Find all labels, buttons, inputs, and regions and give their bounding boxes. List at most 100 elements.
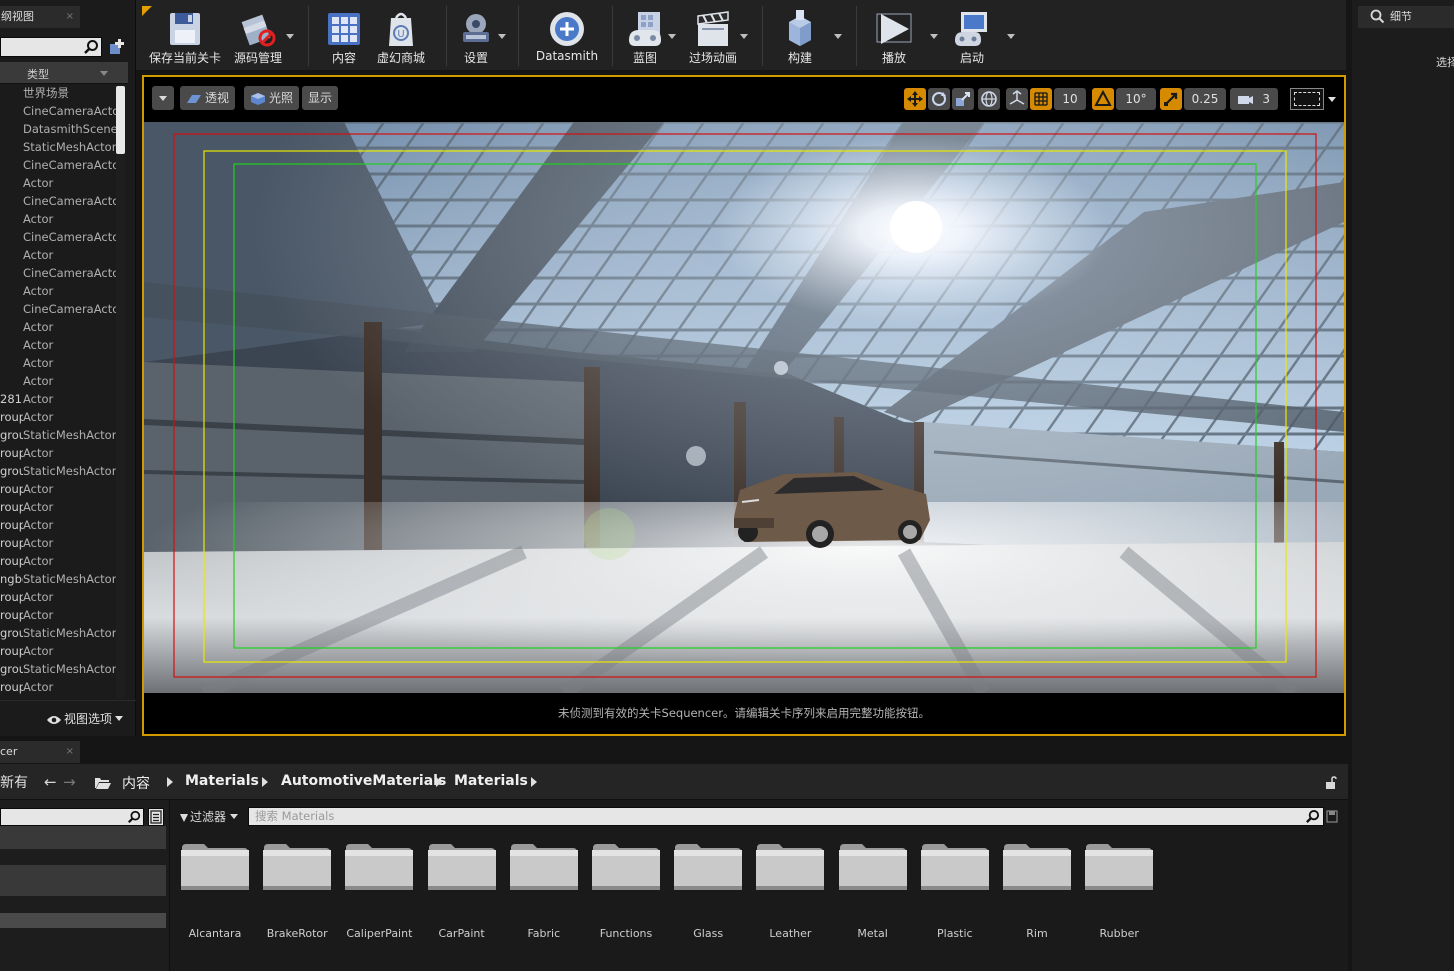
outliner-row[interactable]: grou StaticMeshActor [0, 660, 118, 678]
sort-arrow-icon[interactable] [100, 71, 108, 76]
outliner-row[interactable]: Actor [0, 372, 118, 390]
outliner-row[interactable]: Actor [0, 318, 118, 336]
sources-search-input[interactable] [0, 808, 144, 826]
folder-tile[interactable]: Glass [673, 842, 743, 942]
save-current-level-button[interactable]: 保存当前关卡 [144, 8, 226, 70]
breadcrumb-materials-current[interactable]: Materials [454, 773, 528, 789]
datasmith-button[interactable]: Datasmith [530, 8, 604, 70]
source-control-button[interactable]: 源码管理 [230, 8, 286, 70]
translate-mode-button[interactable] [904, 88, 926, 110]
outliner-row[interactable]: Actor [0, 210, 118, 228]
folder-tile[interactable]: Metal [838, 842, 908, 942]
outliner-row[interactable]: CineCameraActo [0, 156, 118, 174]
folder-tile[interactable]: Fabric [509, 842, 579, 942]
cinematics-dropdown-icon[interactable] [740, 34, 748, 39]
source-folder-row[interactable] [0, 913, 166, 928]
outliner-row[interactable]: grou StaticMeshActor [0, 624, 118, 642]
outliner-row[interactable]: roup Actor [0, 678, 118, 696]
breadcrumb-separator-icon[interactable] [262, 777, 268, 787]
world-local-toggle-button[interactable] [978, 88, 1000, 110]
type-column-header[interactable]: 类型 [27, 66, 49, 82]
forward-arrow-icon[interactable]: → [63, 774, 79, 790]
breadcrumb-separator-icon[interactable] [436, 777, 442, 787]
scale-snap-value[interactable]: 0.25 [1184, 88, 1226, 110]
outliner-tab-close-icon[interactable]: × [66, 6, 74, 28]
content-browser-tab[interactable]: cer × [0, 741, 80, 763]
breadcrumb-automotive-materials[interactable]: AutomotiveMaterials [281, 773, 446, 789]
outliner-tab[interactable]: 纲视图 × [0, 6, 80, 28]
perspective-button[interactable]: 透视 [180, 86, 236, 110]
outliner-row[interactable]: Actor [0, 336, 118, 354]
rotation-snap-toggle-button[interactable] [1092, 88, 1114, 110]
folder-tile[interactable]: Rim [1002, 842, 1072, 942]
outliner-row[interactable]: Actor [0, 174, 118, 192]
folder-tile[interactable]: Plastic [920, 842, 990, 942]
filters-button[interactable]: 过滤器 [180, 808, 239, 825]
outliner-row[interactable]: 世界场景 [0, 84, 118, 102]
outliner-row[interactable]: roup Actor [0, 480, 118, 498]
outliner-row[interactable]: 281 Actor [0, 390, 118, 408]
outliner-row[interactable]: roup Actor [0, 444, 118, 462]
outliner-row[interactable]: Actor [0, 354, 118, 372]
lit-mode-button[interactable]: 光照 [244, 86, 300, 110]
outliner-search-input[interactable] [0, 37, 102, 57]
viewport-options-button[interactable] [152, 86, 174, 110]
settings-button[interactable]: 设置 [454, 8, 498, 70]
build-dropdown-icon[interactable] [834, 34, 842, 39]
outliner-row[interactable]: roup Actor [0, 534, 118, 552]
lock-icon[interactable] [1324, 776, 1338, 790]
breadcrumb-separator-icon[interactable] [531, 777, 537, 787]
viewport-scene[interactable] [144, 122, 1344, 693]
outliner-row[interactable]: Actor [0, 282, 118, 300]
source-folder-row[interactable] [0, 826, 166, 849]
outliner-row[interactable]: DatasmithScene [0, 120, 118, 138]
settings-dropdown-icon[interactable] [498, 34, 506, 39]
outliner-row[interactable]: grou StaticMeshActor [0, 462, 118, 480]
outliner-row[interactable]: grou StaticMeshActor [0, 426, 118, 444]
launch-dropdown-icon[interactable] [1007, 34, 1015, 39]
folder-tile[interactable]: BrakeRotor [262, 842, 332, 942]
play-dropdown-icon[interactable] [930, 34, 938, 39]
outliner-row[interactable]: roup Actor [0, 588, 118, 606]
folder-tile[interactable]: CaliperPaint [344, 842, 414, 942]
source-folder-row[interactable] [0, 865, 166, 896]
rotate-mode-button[interactable] [928, 88, 950, 110]
outliner-row[interactable]: CineCameraActo [0, 300, 118, 318]
outliner-row[interactable]: roup Actor [0, 606, 118, 624]
view-options-button[interactable]: 视图选项 [46, 710, 124, 727]
outliner-row[interactable]: roup Actor [0, 552, 118, 570]
sources-list-toggle[interactable] [148, 808, 164, 826]
folder-tile[interactable]: Rubber [1084, 842, 1154, 942]
outliner-row[interactable]: CineCameraActo [0, 264, 118, 282]
launch-button[interactable]: 启动 [948, 8, 996, 70]
camera-speed-button[interactable]: 3 [1230, 88, 1278, 110]
add-new-button[interactable]: 新有 [0, 772, 28, 792]
source-control-dropdown-icon[interactable] [286, 34, 294, 39]
surface-snap-button[interactable] [1006, 88, 1028, 110]
layout-dropdown-icon[interactable] [1328, 97, 1336, 102]
marketplace-button[interactable]: U 虚幻商城 [372, 8, 430, 70]
folder-tile[interactable]: Alcantara [180, 842, 250, 942]
outliner-scrollbar-thumb[interactable] [116, 86, 125, 154]
folder-open-icon[interactable] [95, 776, 111, 789]
scale-mode-button[interactable] [952, 88, 974, 110]
content-button[interactable]: 内容 [316, 8, 372, 70]
folder-tile[interactable]: Functions [591, 842, 661, 942]
outliner-row[interactable]: CineCameraActo [0, 102, 118, 120]
breadcrumb-separator-icon[interactable] [167, 777, 173, 787]
level-viewport[interactable]: 透视 光照 显示 10 10° 0.25 3 未侦测到有效的关卡Sequence… [142, 75, 1346, 736]
outliner-row[interactable]: CineCameraActo [0, 228, 118, 246]
grid-snap-toggle-button[interactable] [1030, 88, 1052, 110]
outliner-row[interactable]: StaticMeshActor [0, 138, 118, 156]
outliner-row[interactable]: Actor [0, 246, 118, 264]
asset-search-input[interactable]: 搜索 Materials [248, 807, 1324, 826]
show-button[interactable]: 显示 [302, 86, 339, 110]
layout-button[interactable] [1290, 88, 1324, 110]
content-browser-tab-close-icon[interactable]: × [66, 741, 74, 763]
breadcrumb-materials[interactable]: Materials [185, 773, 259, 789]
outliner-row[interactable]: ngboStaticMeshActor [0, 570, 118, 588]
outliner-row[interactable]: roup Actor [0, 498, 118, 516]
rotation-snap-value[interactable]: 10° [1116, 88, 1156, 110]
outliner-scrollbar-track[interactable] [116, 86, 125, 698]
back-arrow-icon[interactable]: ← [44, 774, 60, 790]
